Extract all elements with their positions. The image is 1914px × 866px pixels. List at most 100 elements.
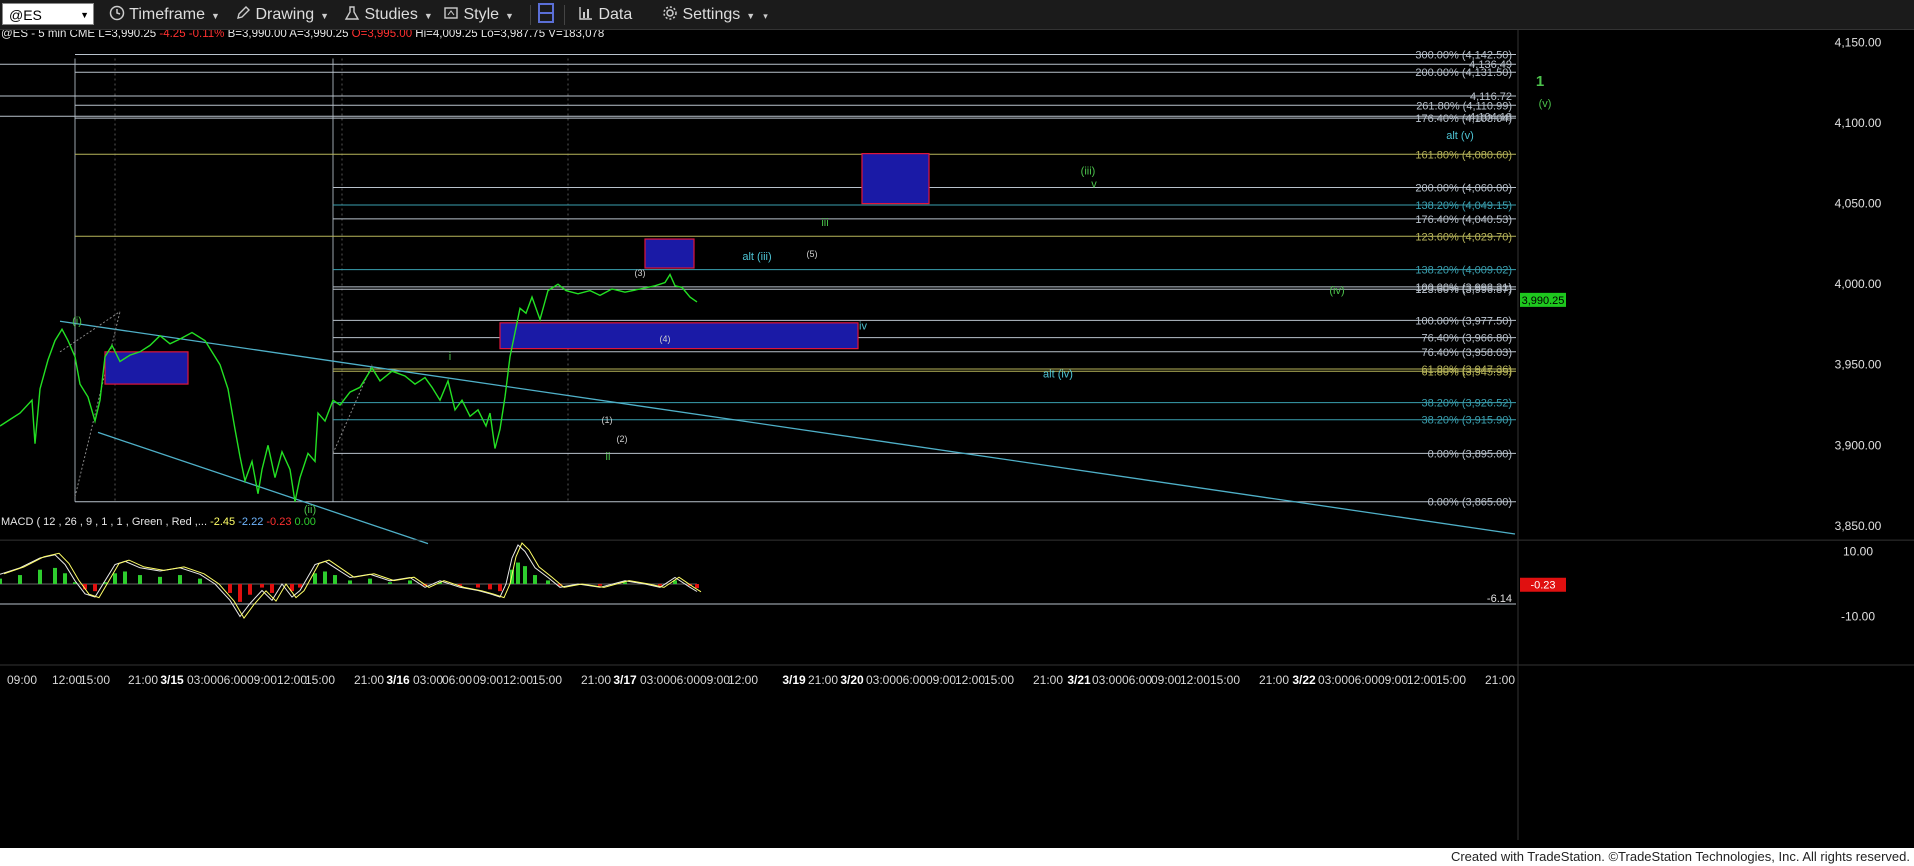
wave-label: (5): [807, 249, 818, 259]
time-tick-label: 12:00: [728, 673, 758, 687]
macd-hist-bar: [0, 578, 2, 584]
studies-label: Studies: [364, 6, 418, 23]
drawing-label: Drawing: [255, 6, 315, 23]
macd-hist-bar: [523, 566, 527, 584]
macd-title: MACD ( 12 , 26 , 9 , 1 , 1 , Green , Red…: [1, 516, 316, 528]
price-tick-label: 4,050.00: [1835, 197, 1882, 211]
macd-hist-bar: [260, 584, 264, 588]
macd-hist-bar: [178, 575, 182, 584]
macd-hist-bar: [198, 578, 202, 584]
macd-hist-bar: [238, 584, 242, 602]
time-tick-label: 09:00: [1378, 673, 1408, 687]
wave-label: (i): [72, 315, 82, 327]
time-tick-label: 06:00: [896, 673, 926, 687]
time-tick-label: 15:00: [305, 673, 335, 687]
time-tick-label: 12:00: [1180, 673, 1210, 687]
macd-hist-bar: [546, 580, 550, 584]
price-chart[interactable]: @ES - 5 min CME L=3,990.25 -4.25 -0.11% …: [0, 28, 1914, 840]
time-tick-label: 03:00: [1092, 673, 1122, 687]
wave-label: ii: [606, 451, 611, 463]
toolbar-divider: [564, 5, 565, 25]
fib-label: 161.80% (4,080.60): [1415, 149, 1512, 161]
style-menu[interactable]: Style ▼: [443, 0, 514, 29]
time-tick-label: 12:00: [503, 673, 533, 687]
time-tick-label: 03:00: [413, 673, 443, 687]
time-tick-label: 09:00: [473, 673, 503, 687]
settings-menu[interactable]: Settings ▼ ▾: [662, 0, 768, 29]
macd-value-text: -0.23: [1530, 580, 1555, 592]
macd-hist-bar: [298, 584, 302, 588]
symbol-input[interactable]: @ES ▼: [2, 3, 94, 25]
macd-hist-bar: [63, 573, 67, 584]
price-tick-label: 4,100.00: [1835, 116, 1882, 130]
wave-label: (2): [617, 434, 628, 444]
fib-label: 76.40% (3,958.03): [1421, 347, 1512, 359]
macd-hist-bar: [313, 573, 317, 584]
toolbar: @ES ▼ Timeframe ▼ Drawing ▼ Studies ▼ Style…: [0, 0, 1914, 30]
macd-hist-bar: [158, 576, 162, 584]
bars-icon: [579, 7, 592, 20]
macd-hist-bar: [488, 584, 492, 590]
macd-hist-bar: [18, 575, 22, 584]
data-menu[interactable]: Data: [578, 0, 632, 29]
timeframe-label: Timeframe: [129, 6, 206, 23]
chart-area[interactable]: @ES - 5 min CME L=3,990.25 -4.25 -0.11% …: [0, 28, 1914, 840]
copyright-text: Created with TradeStation. ©TradeStation…: [1450, 849, 1910, 864]
time-tick-label: 03:00: [187, 673, 217, 687]
macd-hist-bar: [476, 584, 480, 588]
time-tick-label: 21:00: [581, 673, 611, 687]
time-tick-label: 09:00: [1151, 673, 1181, 687]
fib-label: 176.40% (4,040.53): [1415, 214, 1512, 226]
clock-icon: [109, 5, 125, 21]
time-tick-label: 06:00: [1348, 673, 1378, 687]
layout-button[interactable]: [537, 0, 555, 29]
macd-hist-bar: [138, 575, 142, 584]
wave-label: (v): [1539, 98, 1552, 110]
studies-menu[interactable]: Studies ▼: [344, 0, 433, 29]
time-tick-label: 3/19: [782, 673, 806, 687]
fib-label: 0.00% (3,895.00): [1428, 448, 1512, 460]
fib-label: 138.20% (4,009.02): [1415, 265, 1512, 277]
macd-tick-label: -10.00: [1841, 610, 1875, 624]
time-tick-label: 21:00: [808, 673, 838, 687]
wave-label: v: [1091, 178, 1097, 190]
price-line: [0, 273, 698, 502]
target-box: [861, 153, 930, 205]
pencil-icon: [237, 6, 250, 19]
macd-hist-bar: [123, 571, 127, 584]
time-tick-label: 3/16: [386, 673, 410, 687]
chevron-down-icon[interactable]: ▼: [80, 4, 89, 26]
wave-label: alt (v): [1446, 130, 1474, 142]
price-tick-label: 3,950.00: [1835, 358, 1882, 372]
wave-label: i: [449, 351, 451, 363]
time-tick-label: 06:00: [442, 673, 472, 687]
price-tick-label: 3,900.00: [1835, 438, 1882, 452]
macd-hist-bar: [93, 584, 97, 592]
macd-hist-bar: [323, 571, 327, 584]
fib-label: 200.00% (4,131.50): [1415, 67, 1512, 79]
wave-label: iv: [859, 320, 867, 332]
time-tick-label: 15:00: [984, 673, 1014, 687]
price-tick-label: 4,150.00: [1835, 35, 1882, 49]
last-price-text: 3,990.25: [1522, 295, 1565, 307]
macd-hist-bar: [228, 584, 232, 593]
fib-label: 61.80% (3,945.95): [1421, 366, 1512, 378]
fib-label: 0.00% (3,865.00): [1428, 497, 1512, 509]
macd-hist-bar: [516, 562, 520, 584]
time-tick-label: 06:00: [217, 673, 247, 687]
macd-tick-label: 10.00: [1843, 545, 1873, 559]
macd-hist-bar: [53, 567, 57, 584]
fib-label: 100.00% (3,977.50): [1415, 315, 1512, 327]
time-tick-label: 09:00: [7, 673, 37, 687]
drawing-menu[interactable]: Drawing ▼: [235, 0, 329, 29]
settings-label: Settings: [682, 6, 741, 23]
macd-hist-bar: [533, 575, 537, 584]
time-tick-label: 15:00: [1210, 673, 1240, 687]
fib-label: 38.20% (3,915.90): [1421, 415, 1512, 427]
time-tick-label: 21:00: [1485, 673, 1515, 687]
wave-label: iii: [821, 217, 828, 229]
timeframe-menu[interactable]: Timeframe ▼: [109, 0, 220, 29]
time-tick-label: 15:00: [80, 673, 110, 687]
wave-label: (4): [660, 334, 671, 344]
quote-line: @ES - 5 min CME L=3,990.25 -4.25 -0.11% …: [1, 30, 604, 40]
